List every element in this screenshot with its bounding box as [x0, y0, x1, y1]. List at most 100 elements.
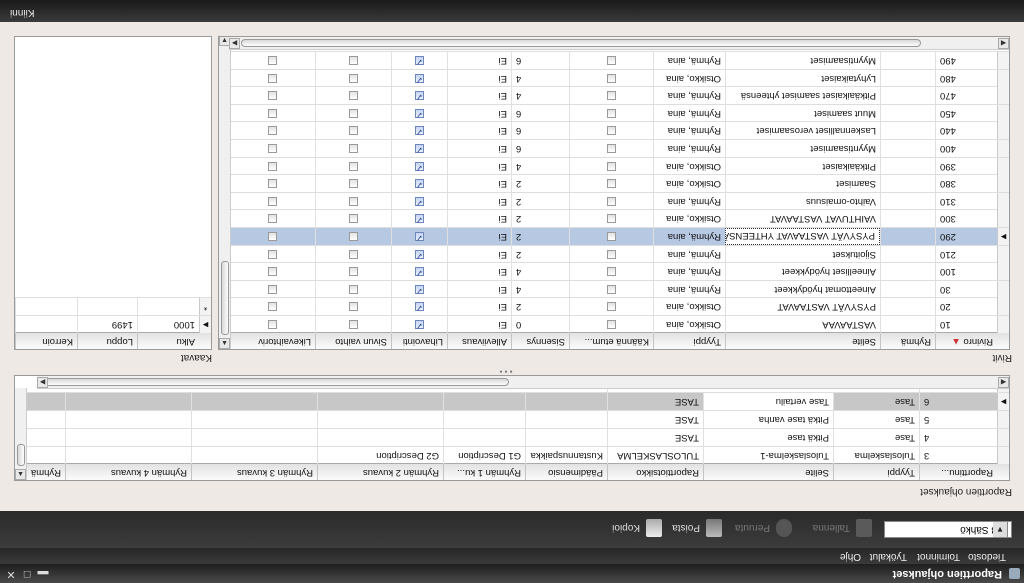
checkbox[interactable]	[415, 249, 424, 259]
checkbox[interactable]	[349, 91, 358, 101]
table-row[interactable]: 450 Muut saamiset Ryhmä, aina 6 Ei	[229, 103, 1009, 122]
col-type[interactable]: Tyyppi	[833, 464, 919, 480]
table-row[interactable]: 470 Pitkäaikaiset saamiset yhteensä Ryhmä,…	[229, 86, 1009, 105]
col-description[interactable]: Selite	[725, 333, 880, 349]
checkbox[interactable]	[415, 73, 424, 83]
checkbox[interactable]	[607, 267, 616, 277]
checkbox[interactable]	[415, 196, 424, 206]
checkbox[interactable]	[349, 108, 358, 118]
table-row[interactable]: 310 Vaihto-omaisuus Ryhmä, aina 2 Ei	[229, 191, 1009, 210]
col-group2[interactable]: Ryhmän 2 kuvaus	[317, 464, 443, 480]
report-grid-vscroll[interactable]: ▲	[15, 388, 27, 480]
checkbox[interactable]	[607, 56, 616, 65]
checkbox[interactable]	[268, 284, 277, 294]
checkbox[interactable]	[415, 126, 424, 136]
checkbox[interactable]	[268, 91, 277, 101]
checkbox[interactable]	[415, 267, 424, 277]
checkbox[interactable]	[268, 232, 277, 241]
scroll-right-icon[interactable]: ▶	[229, 38, 240, 49]
table-row[interactable]: 30 Aineettomat hyödykkeet Ryhmä, aina 4 Ei	[229, 279, 1009, 298]
checkbox[interactable]	[268, 214, 277, 224]
col-bold[interactable]: Lihavointi	[391, 333, 447, 349]
checkbox[interactable]	[268, 249, 277, 259]
checkbox[interactable]	[349, 144, 358, 153]
table-row[interactable]: 20 PYSYVÄT VASTAAVAT Otsikko, aina 2 Ei	[229, 297, 1009, 316]
col-group1[interactable]: Ryhmän 1 ku...	[443, 464, 525, 480]
checkbox[interactable]	[268, 196, 277, 206]
checkbox[interactable]	[349, 126, 358, 136]
checkbox[interactable]	[415, 91, 424, 101]
checkbox[interactable]	[415, 302, 424, 312]
scroll-up-icon[interactable]: ▲	[15, 469, 26, 480]
checkbox[interactable]	[268, 161, 277, 171]
checkbox[interactable]	[349, 302, 358, 312]
checkbox[interactable]	[607, 108, 616, 118]
table-row-selected[interactable]: ► 290 PYSYVÄT VASTAAVAT YHTEENSÄ Ryhmä, ain…	[229, 227, 1009, 245]
menu-actions[interactable]: Toiminnot	[917, 551, 960, 562]
checkbox[interactable]	[349, 196, 358, 206]
scroll-right-icon[interactable]: ▶	[37, 377, 48, 388]
col-reverse-sign[interactable]: Käännä etum...	[569, 333, 653, 349]
table-row[interactable]: 210 Sijoitukset Ryhmä, aina 2 Ei	[229, 244, 1009, 263]
checkbox[interactable]	[607, 91, 616, 101]
checkbox[interactable]	[607, 249, 616, 259]
scroll-thumb[interactable]	[241, 39, 921, 47]
checkbox[interactable]	[607, 284, 616, 294]
col-group4[interactable]: Ryhmän 4 kuvaus	[65, 464, 191, 480]
checkbox[interactable]	[607, 73, 616, 83]
checkbox[interactable]	[268, 302, 277, 312]
menu-file[interactable]: Tiedosto	[968, 551, 1006, 562]
table-row[interactable]: 490 Myyntisaamiset Ryhmä, aina 6 Ei	[229, 51, 1009, 69]
checkbox[interactable]	[268, 267, 277, 277]
checkbox[interactable]	[349, 249, 358, 259]
checkbox[interactable]	[349, 320, 358, 329]
col-start[interactable]: Alku	[137, 333, 199, 349]
minimize-icon[interactable]: ▬	[36, 567, 50, 581]
table-row[interactable]: 10 VASTAAVAA Otsikko, aina 0 Ei	[229, 315, 1009, 333]
col-group5[interactable]: Ryhmä	[25, 464, 65, 480]
checkbox[interactable]	[415, 56, 424, 65]
scroll-left-icon[interactable]: ◀	[998, 377, 1009, 388]
checkbox[interactable]	[415, 144, 424, 153]
checkbox[interactable]	[607, 232, 616, 241]
col-underline[interactable]: Alleviivaus	[447, 333, 511, 349]
checkbox[interactable]	[268, 179, 277, 189]
checkbox[interactable]	[415, 161, 424, 171]
table-row[interactable]: 390 Pitkäaikaiset Otsikko, aina 4 Ei	[229, 156, 1009, 175]
checkbox[interactable]	[349, 73, 358, 83]
checkbox[interactable]	[268, 126, 277, 136]
checkbox[interactable]	[415, 320, 424, 329]
checkbox[interactable]	[349, 161, 358, 171]
checkbox[interactable]	[349, 284, 358, 294]
col-main-dimension[interactable]: Päädimensio	[525, 464, 607, 480]
close-button[interactable]: Kiinni	[10, 7, 34, 18]
checkbox[interactable]	[607, 161, 616, 171]
scroll-thumb[interactable]	[39, 378, 509, 386]
new-row[interactable]: *	[15, 297, 211, 315]
col-type[interactable]: Tyyppi	[653, 333, 725, 349]
scroll-left-icon[interactable]: ◀	[998, 38, 1009, 49]
checkbox[interactable]	[268, 56, 277, 65]
checkbox[interactable]	[415, 108, 424, 118]
col-row-number[interactable]: Rivinro ▲	[935, 333, 997, 349]
table-row[interactable]: 4 Tase Pitkä tase TASE	[25, 428, 1009, 446]
scroll-up-icon[interactable]: ▲	[219, 338, 230, 349]
table-row[interactable]: 440 Laskennalliset verosaamiset Ryhmä, ain…	[229, 121, 1009, 140]
checkbox[interactable]	[415, 214, 424, 224]
company-select[interactable]: 603 Sähkö ▼	[884, 521, 1012, 538]
table-row-selected[interactable]: ► 6 Tase Tase vertailu TASE	[25, 392, 1009, 410]
close-icon[interactable]: ✕	[4, 567, 18, 581]
scroll-thumb[interactable]	[17, 444, 25, 466]
checkbox[interactable]	[415, 284, 424, 294]
report-grid-hscroll[interactable]: ◀ ▶	[37, 376, 1009, 389]
table-row[interactable]: 300 VAIHTUVAT VASTAAVAT Otsikko, aina 2 Ei	[229, 209, 1009, 228]
table-row[interactable]: 480 Lyhytaikaiset Otsikko, aina 4 Ei	[229, 68, 1009, 87]
rows-grid-vscroll[interactable]: ▲ ▼	[219, 36, 231, 349]
rows-grid-hscroll[interactable]: ◀ ▶	[229, 37, 1009, 50]
checkbox[interactable]	[607, 302, 616, 312]
col-factor[interactable]: Kerroin	[15, 333, 77, 349]
checkbox[interactable]	[607, 126, 616, 136]
menu-tools[interactable]: Työkalut	[870, 551, 907, 562]
menu-help[interactable]: Ohje	[840, 551, 861, 562]
checkbox[interactable]	[415, 232, 424, 241]
